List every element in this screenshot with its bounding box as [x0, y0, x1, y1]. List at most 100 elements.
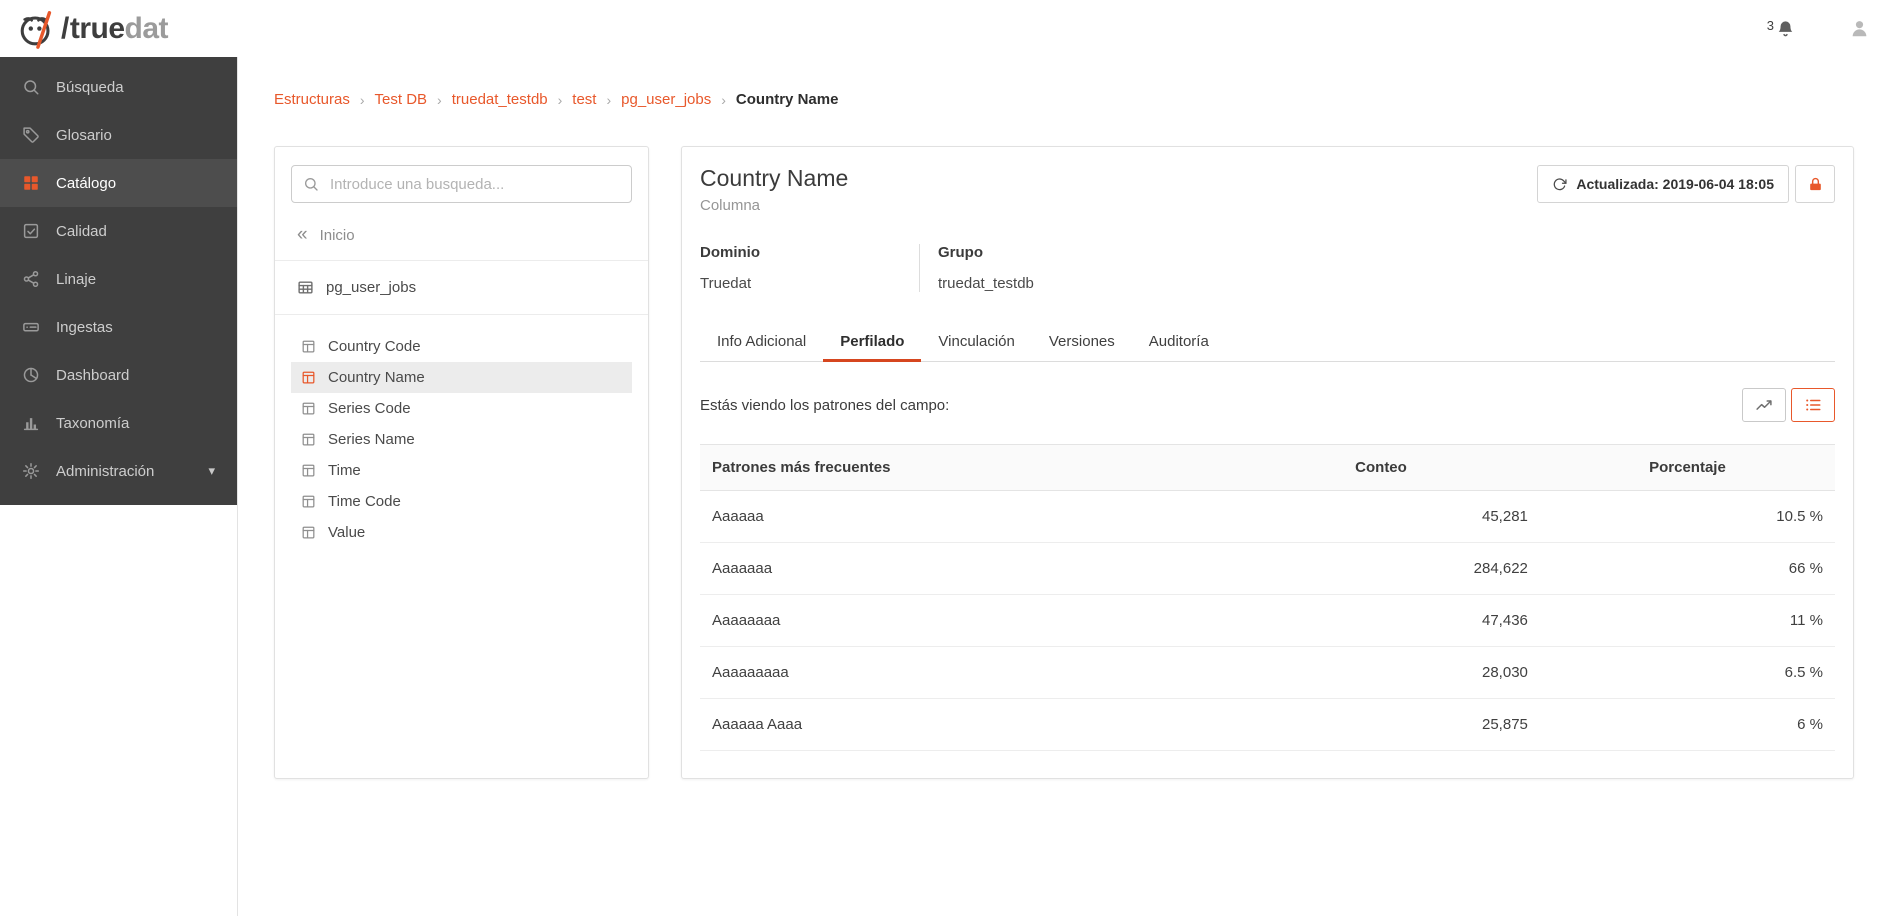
- logo-slash: /: [61, 12, 69, 46]
- breadcrumb-link-pg-user-jobs[interactable]: pg_user_jobs: [621, 91, 711, 108]
- sidebar-item-dashboard[interactable]: Dashboard: [0, 351, 237, 399]
- breadcrumb-separator: ›: [558, 92, 563, 108]
- table-row: Aaaaaa Aaaa25,8756 %: [700, 699, 1835, 751]
- table-row: Aaaaaaaaa28,0306.5 %: [700, 647, 1835, 699]
- table-icon: [297, 279, 314, 296]
- sidebar-item-linaje[interactable]: Linaje: [0, 255, 237, 303]
- structure-type-label: Columna: [700, 197, 848, 214]
- notifications-button[interactable]: 3: [1767, 19, 1795, 38]
- pattern-cell: Aaaaaaaa: [700, 595, 1222, 647]
- column-label: Country Name: [328, 369, 425, 386]
- breadcrumb-current: Country Name: [736, 91, 839, 108]
- meta-label: Grupo: [938, 244, 1034, 261]
- patterns-table-header-row: Patrones más frecuentesConteoPorcentaje: [700, 445, 1835, 491]
- chevron-down-icon: ▾: [208, 463, 215, 479]
- column-item-country-code[interactable]: Country Code: [291, 331, 632, 362]
- gear-icon: [22, 462, 40, 480]
- user-avatar-icon[interactable]: [1849, 18, 1870, 39]
- breadcrumb-link-estructuras[interactable]: Estructuras: [274, 91, 350, 108]
- truedat-logo[interactable]: /truedat: [16, 8, 168, 50]
- table-row: Aaaaaaaa47,43611 %: [700, 595, 1835, 647]
- count-cell: 28,030: [1222, 647, 1540, 699]
- lock-button[interactable]: [1795, 165, 1835, 203]
- meta-value: Truedat: [700, 275, 869, 292]
- logo-brand-secondary: dat: [125, 12, 169, 46]
- list-view-button[interactable]: [1791, 388, 1835, 422]
- column-item-series-name[interactable]: Series Name: [291, 424, 632, 455]
- column-item-time-code[interactable]: Time Code: [291, 486, 632, 517]
- sidebar-item-busqueda[interactable]: Búsqueda: [0, 63, 237, 111]
- breadcrumb: Estructuras›Test DB›truedat_testdb›test›…: [274, 91, 1854, 108]
- refresh-icon: [1552, 177, 1567, 192]
- breadcrumb-link-test-db[interactable]: Test DB: [375, 91, 428, 108]
- patterns-caption-row: Estás viendo los patrones del campo:: [700, 388, 1835, 422]
- column-item-time[interactable]: Time: [291, 455, 632, 486]
- structure-search: [291, 165, 632, 203]
- tab-vinculacion[interactable]: Vinculación: [921, 322, 1031, 361]
- sidebar-item-ingestas[interactable]: Ingestas: [0, 303, 237, 351]
- column-item-country-name[interactable]: Country Name: [291, 362, 632, 393]
- sidebar-item-glosario[interactable]: Glosario: [0, 111, 237, 159]
- lock-icon: [1807, 176, 1824, 193]
- breadcrumb-separator: ›: [360, 92, 365, 108]
- pattern-cell: Aaaaaaa: [700, 543, 1222, 595]
- chart-view-button[interactable]: [1742, 388, 1786, 422]
- column-label: Time Code: [328, 493, 401, 510]
- sidebar-item-administracion[interactable]: Administración▾: [0, 447, 237, 495]
- sidebar-nav: Búsqueda Glosario Catálogo Calidad Linaje Ing…: [0, 57, 237, 505]
- meta-grupo: Grupotruedat_testdb: [920, 244, 1084, 292]
- sidebar-item-label: Glosario: [56, 127, 112, 144]
- bars-icon: [22, 414, 40, 432]
- count-cell: 25,875: [1222, 699, 1540, 751]
- tab-perfilado[interactable]: Perfilado: [823, 322, 921, 361]
- percentage-cell: 10.5 %: [1540, 491, 1835, 543]
- refresh-updated-button[interactable]: Actualizada: 2019-06-04 18:05: [1537, 165, 1789, 203]
- divider: [275, 260, 648, 261]
- column-item-value[interactable]: Value: [291, 517, 632, 548]
- sidebar-item-label: Linaje: [56, 271, 96, 288]
- page-title: Country Name: [700, 165, 848, 192]
- sidebar-item-label: Calidad: [56, 223, 107, 240]
- column-icon: [301, 401, 316, 416]
- detail-panel: Country Name Columna Actualizada: 2019-0…: [681, 146, 1854, 779]
- main-content: Estructuras›Test DB›truedat_testdb›test›…: [238, 57, 1896, 779]
- breadcrumb-link-test[interactable]: test: [572, 91, 596, 108]
- back-to-inicio-link[interactable]: « Inicio: [291, 227, 632, 244]
- grid-icon: [22, 174, 40, 192]
- tag-icon: [22, 126, 40, 144]
- breadcrumb-separator: ›: [437, 92, 442, 108]
- pattern-cell: Aaaaaaaaa: [700, 647, 1222, 699]
- breadcrumb-link-truedat-testdb[interactable]: truedat_testdb: [452, 91, 548, 108]
- topbar-actions: 3: [1767, 18, 1870, 39]
- topbar: /truedat 3: [0, 0, 1896, 57]
- pie-icon: [22, 366, 40, 384]
- drive-icon: [22, 318, 40, 336]
- percentage-cell: 6 %: [1540, 699, 1835, 751]
- percentage-cell: 6.5 %: [1540, 647, 1835, 699]
- percentage-cell: 11 %: [1540, 595, 1835, 647]
- column-list: Country Code Country Name Series Code Serie…: [291, 331, 632, 548]
- notification-count-badge: 3: [1767, 18, 1774, 33]
- tab-info-adicional[interactable]: Info Adicional: [700, 322, 823, 361]
- tab-versiones[interactable]: Versiones: [1032, 322, 1132, 361]
- sidebar-item-calidad[interactable]: Calidad: [0, 207, 237, 255]
- meta-row: DominioTruedatGrupotruedat_testdb: [700, 244, 1835, 292]
- column-icon: [301, 463, 316, 478]
- check-square-icon: [22, 222, 40, 240]
- structure-search-input[interactable]: [291, 165, 632, 203]
- cards-row: « Inicio pg_user_jobs Country CodeCountr…: [274, 146, 1854, 779]
- header-actions: Actualizada: 2019-06-04 18:05: [1537, 165, 1835, 203]
- sidebar-item-taxonomia[interactable]: Taxonomía: [0, 399, 237, 447]
- pattern-cell: Aaaaaa Aaaa: [700, 699, 1222, 751]
- count-cell: 45,281: [1222, 491, 1540, 543]
- column-icon: [301, 525, 316, 540]
- sidebar-item-catalogo[interactable]: Catálogo: [0, 159, 237, 207]
- sidebar: Búsqueda Glosario Catálogo Calidad Linaje Ing…: [0, 57, 238, 916]
- owl-logo-icon: [16, 8, 58, 50]
- patterns-table-body: Aaaaaa45,28110.5 %Aaaaaaa284,62266 %Aaaa…: [700, 491, 1835, 751]
- tab-auditoria[interactable]: Auditoría: [1132, 322, 1226, 361]
- parent-table-item[interactable]: pg_user_jobs: [291, 277, 632, 298]
- column-item-series-code[interactable]: Series Code: [291, 393, 632, 424]
- column-label: Series Code: [328, 400, 411, 417]
- column-label: Series Name: [328, 431, 415, 448]
